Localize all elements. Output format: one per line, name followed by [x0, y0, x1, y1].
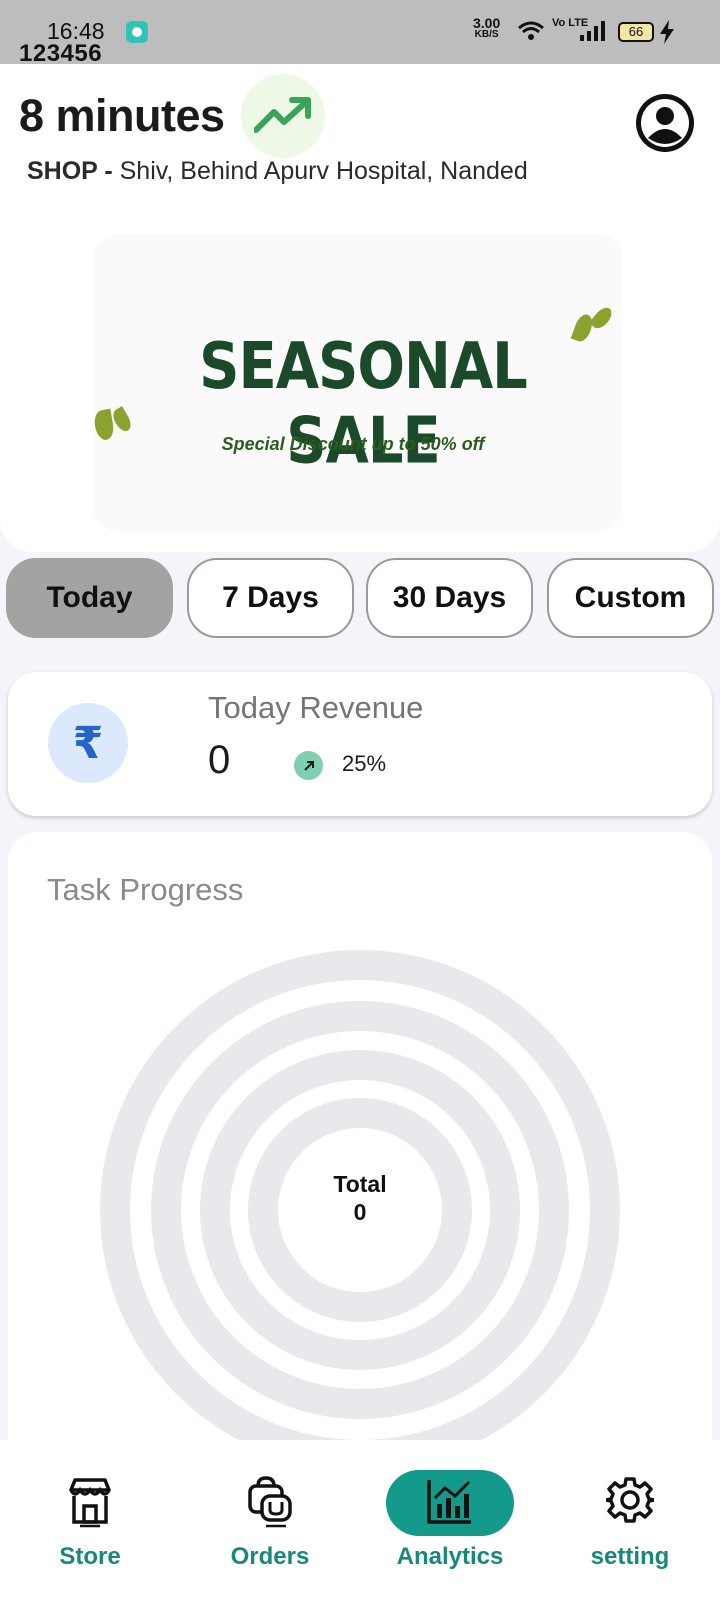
- banner-subtitle: Special Discount up to 50% off: [221, 434, 485, 454]
- orders-icon: [248, 1476, 292, 1528]
- wifi-icon: [518, 21, 544, 40]
- trend-bubble: [241, 74, 325, 158]
- battery-icon: 66: [618, 22, 654, 42]
- shop-address-text: Shiv, Behind Apurv Hospital, Nanded: [119, 157, 528, 185]
- status-bar: 16:48 123456 3.00 KB/S Vo LTE 66: [0, 0, 720, 67]
- rupee-icon: ₹: [48, 703, 128, 783]
- revenue-card: ₹ Today Revenue 0 25%: [8, 672, 712, 816]
- shop-address-prefix: SHOP -: [27, 157, 113, 185]
- leaf-decoration-icon: [588, 304, 616, 332]
- nav-orders[interactable]: Orders: [180, 1440, 360, 1600]
- promo-banner[interactable]: SEASONAL SALE Special Discount up to 50%…: [92, 234, 623, 532]
- header-card: 8 minutes SHOP - Shiv, Behind Apurv Hosp…: [0, 64, 720, 552]
- progress-total-label: Total: [333, 1171, 387, 1197]
- nav-store-label: Store: [59, 1543, 121, 1570]
- filter-custom[interactable]: Custom: [547, 558, 714, 638]
- nav-store[interactable]: Store: [0, 1440, 180, 1600]
- progress-total-value: 0: [353, 1199, 367, 1225]
- network-speed-unit: KB/S: [474, 29, 499, 40]
- profile-avatar-icon[interactable]: [636, 94, 694, 152]
- filter-7-days[interactable]: 7 Days: [187, 558, 354, 638]
- charging-bolt-icon: [660, 20, 674, 44]
- revenue-change: 25%: [342, 751, 387, 776]
- task-progress-card: Task Progress Total 0: [8, 832, 712, 1470]
- nav-setting[interactable]: setting: [540, 1440, 720, 1600]
- bottom-nav: Store Orders Analytics setting: [0, 1440, 720, 1600]
- arrow-up-right-icon: [294, 751, 323, 780]
- delivery-eta: 8 minutes: [19, 90, 225, 141]
- filter-30-days[interactable]: 30 Days: [366, 558, 533, 638]
- banner-title: SEASONAL SALE: [199, 329, 528, 479]
- nav-analytics-label: Analytics: [396, 1543, 504, 1570]
- trending-up-icon: [254, 97, 311, 133]
- signal-icon: [580, 21, 605, 41]
- chat-app-icon: [126, 21, 148, 43]
- task-progress-title: Task Progress: [47, 872, 244, 907]
- filter-today[interactable]: Today: [6, 558, 173, 638]
- network-speed: 3.00 KB/S: [473, 16, 500, 41]
- nav-orders-label: Orders: [230, 1543, 310, 1570]
- revenue-value: 0: [208, 738, 231, 782]
- leaf-decoration-icon: [92, 408, 116, 442]
- nav-analytics[interactable]: Analytics: [360, 1440, 540, 1600]
- store-icon: [69, 1478, 111, 1528]
- analytics-icon: [427, 1480, 471, 1524]
- gear-icon: [606, 1477, 654, 1523]
- nav-setting-label: setting: [590, 1543, 670, 1570]
- revenue-label: Today Revenue: [208, 690, 424, 725]
- status-sub-label: 123456: [19, 40, 103, 67]
- date-range-filters: Today 7 Days 30 Days Custom: [6, 558, 714, 638]
- shop-address[interactable]: SHOP - Shiv, Behind Apurv Hospital, Nand…: [27, 157, 528, 186]
